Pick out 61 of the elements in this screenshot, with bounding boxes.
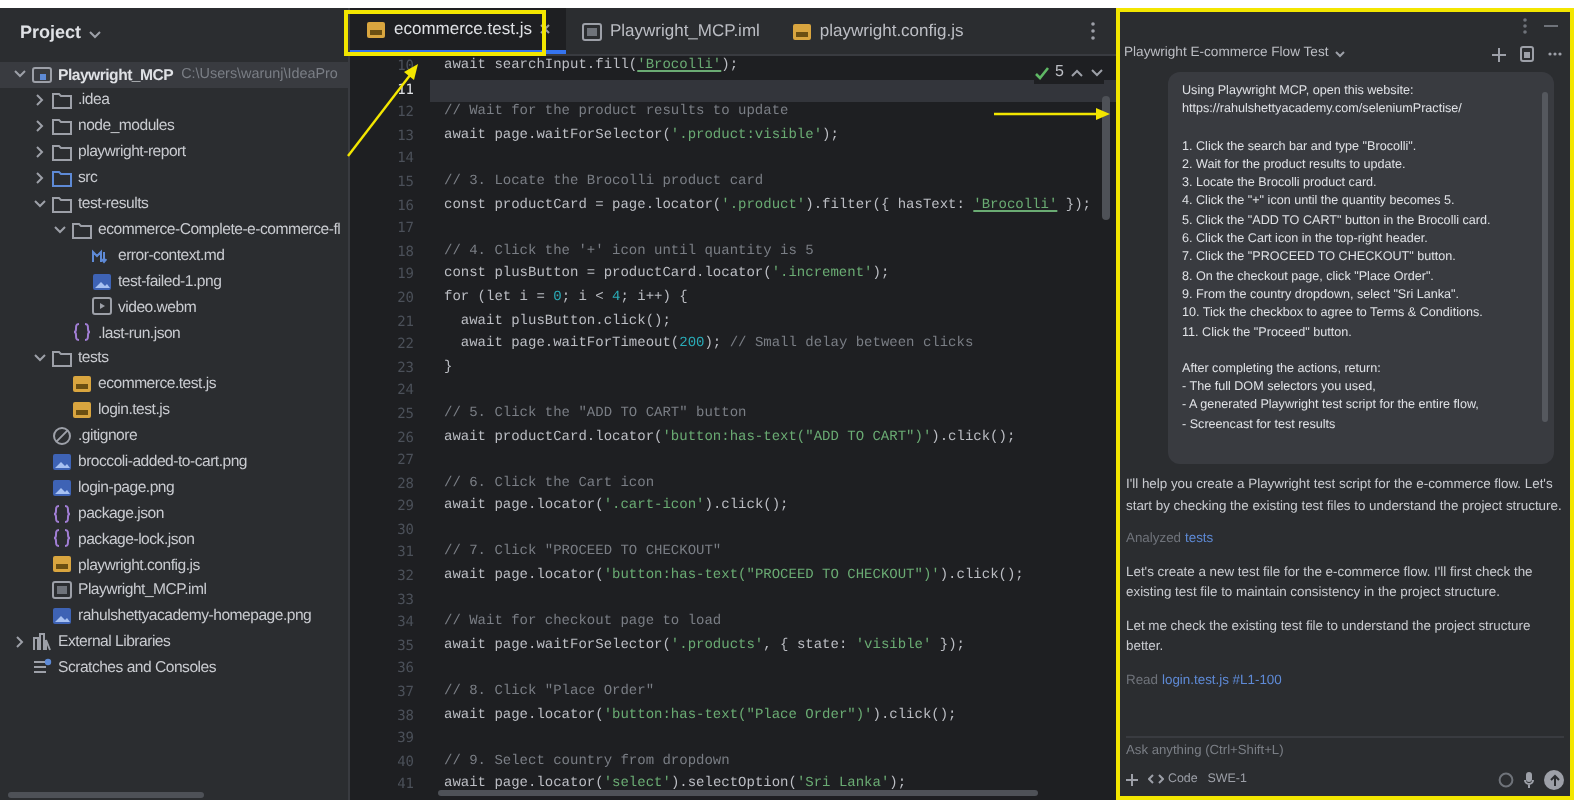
image-file-icon bbox=[52, 606, 72, 627]
folder-icon bbox=[52, 116, 72, 137]
image-file-icon bbox=[92, 271, 112, 292]
folder-icon bbox=[52, 348, 72, 369]
editor-tab[interactable]: Playwright_MCP.iml bbox=[565, 8, 776, 54]
markdown-file-icon bbox=[92, 245, 112, 266]
js-file-icon bbox=[72, 400, 92, 421]
plus-icon[interactable] bbox=[1492, 47, 1506, 61]
editor-tab[interactable]: playwright.config.js bbox=[775, 8, 980, 54]
annotation-arrow bbox=[994, 108, 1110, 120]
js-file-icon bbox=[791, 21, 812, 41]
scrollbar[interactable] bbox=[1102, 96, 1110, 220]
send-button[interactable] bbox=[1544, 770, 1564, 790]
more-icon[interactable] bbox=[1522, 18, 1528, 34]
scratches-icon bbox=[32, 657, 52, 678]
check-icon bbox=[1033, 65, 1050, 79]
chevron-up-icon[interactable] bbox=[1070, 67, 1084, 77]
folder-icon bbox=[72, 219, 92, 240]
project-folder-icon bbox=[32, 64, 52, 85]
chevron-down-icon[interactable] bbox=[33, 197, 45, 210]
spinner-icon bbox=[1498, 772, 1514, 788]
video-file-icon bbox=[92, 296, 112, 317]
plus-icon[interactable] bbox=[1126, 774, 1138, 786]
minimize-icon[interactable] bbox=[1544, 24, 1558, 28]
save-icon[interactable] bbox=[1520, 46, 1534, 62]
chevron-right-icon[interactable] bbox=[13, 636, 25, 649]
image-file-icon bbox=[52, 477, 72, 498]
folder-icon bbox=[52, 168, 72, 188]
chevron-down-icon[interactable] bbox=[1090, 67, 1104, 77]
inspection-count[interactable]: 5 bbox=[1055, 60, 1064, 84]
scrollbar[interactable] bbox=[438, 790, 1038, 796]
close-icon[interactable] bbox=[539, 24, 550, 34]
braces-icon bbox=[52, 503, 72, 524]
image-file-icon bbox=[52, 451, 72, 472]
chevron-down-icon[interactable] bbox=[53, 223, 65, 236]
braces-icon bbox=[72, 322, 92, 343]
chevron-right-icon[interactable] bbox=[33, 146, 45, 159]
js-file-icon bbox=[52, 554, 72, 575]
js-file-icon bbox=[72, 374, 92, 395]
folder-icon bbox=[52, 142, 72, 163]
code-icon bbox=[1148, 774, 1164, 785]
chevron-down-icon[interactable] bbox=[13, 68, 25, 81]
chevron-right-icon[interactable] bbox=[33, 120, 45, 133]
chevron-down-icon[interactable] bbox=[87, 29, 102, 39]
folder-icon bbox=[52, 193, 72, 214]
chevron-down-icon[interactable] bbox=[33, 352, 45, 365]
folder-icon bbox=[52, 90, 72, 111]
chevron-down-icon[interactable] bbox=[1334, 50, 1347, 58]
arrow-up-icon bbox=[1549, 774, 1559, 786]
chevron-right-icon[interactable] bbox=[33, 172, 45, 184]
panel-title: Project bbox=[20, 20, 82, 47]
braces-icon bbox=[52, 528, 72, 549]
ignore-file-icon bbox=[52, 425, 72, 446]
more-icon[interactable] bbox=[1090, 22, 1096, 40]
js-file-icon bbox=[366, 19, 386, 39]
module-file-icon bbox=[581, 21, 602, 41]
microphone-icon[interactable] bbox=[1524, 772, 1534, 788]
library-icon bbox=[32, 632, 52, 653]
module-file-icon bbox=[52, 580, 72, 601]
chevron-right-icon[interactable] bbox=[33, 94, 45, 107]
scrollbar[interactable] bbox=[8, 792, 204, 798]
